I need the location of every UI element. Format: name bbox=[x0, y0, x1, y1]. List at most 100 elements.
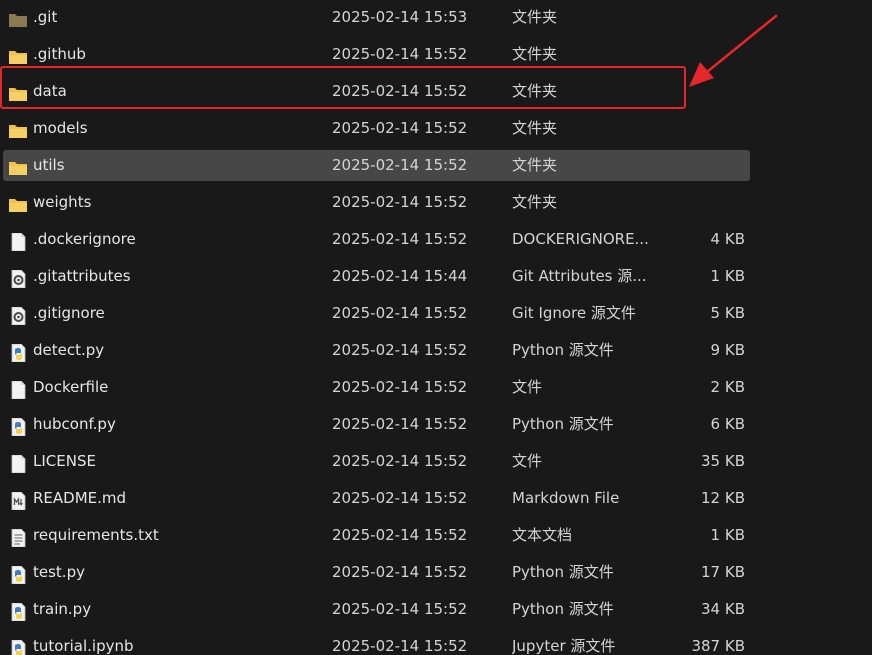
file-row-readme-md[interactable]: README.md 2025-02-14 15:52 Markdown File… bbox=[3, 483, 750, 514]
file-type: Python 源文件 bbox=[512, 600, 614, 618]
file-size: 12 KB bbox=[701, 489, 745, 507]
file-size: 1 KB bbox=[710, 267, 745, 285]
markdown-file-icon bbox=[8, 490, 28, 511]
file-size: 1 KB bbox=[710, 526, 745, 544]
file-name: LICENSE bbox=[33, 452, 96, 470]
file-name: utils bbox=[33, 156, 65, 174]
gear-file-icon bbox=[8, 305, 28, 326]
file-type: 文件夹 bbox=[512, 45, 558, 63]
folder-icon bbox=[8, 9, 28, 27]
file-row-weights[interactable]: weights 2025-02-14 15:52 文件夹 bbox=[3, 187, 750, 218]
file-name: .gitignore bbox=[33, 304, 105, 322]
file-type: 文件夹 bbox=[512, 82, 558, 100]
file-row-git[interactable]: .git 2025-02-14 15:53 文件夹 bbox=[3, 2, 750, 33]
file-type: 文件夹 bbox=[512, 193, 558, 211]
file-date: 2025-02-14 15:52 bbox=[332, 45, 468, 63]
file-name: tutorial.ipynb bbox=[33, 637, 134, 655]
file-date: 2025-02-14 15:52 bbox=[332, 193, 468, 211]
file-row-dockerfile[interactable]: Dockerfile 2025-02-14 15:52 文件 2 KB bbox=[3, 372, 750, 403]
file-name: train.py bbox=[33, 600, 92, 618]
python-file-icon bbox=[8, 416, 28, 437]
file-date: 2025-02-14 15:52 bbox=[332, 489, 468, 507]
folder-icon bbox=[8, 120, 28, 138]
file-type: 文件夹 bbox=[512, 156, 558, 174]
file-size: 6 KB bbox=[710, 415, 745, 433]
file-row-hubconf-py[interactable]: hubconf.py 2025-02-14 15:52 Python 源文件 6… bbox=[3, 409, 750, 440]
file-size: 5 KB bbox=[710, 304, 745, 322]
file-type: 文件 bbox=[512, 452, 543, 470]
file-date: 2025-02-14 15:53 bbox=[332, 8, 468, 26]
file-row-test-py[interactable]: test.py 2025-02-14 15:52 Python 源文件 17 K… bbox=[3, 557, 750, 588]
file-icon bbox=[8, 379, 28, 400]
file-name: .git bbox=[33, 8, 58, 26]
file-row-tutorial-ipynb[interactable]: tutorial.ipynb 2025-02-14 15:52 Jupyter … bbox=[3, 631, 750, 655]
file-row-gitignore[interactable]: .gitignore 2025-02-14 15:52 Git Ignore 源… bbox=[3, 298, 750, 329]
file-size: 387 KB bbox=[691, 637, 745, 655]
file-type: 文件夹 bbox=[512, 119, 558, 137]
file-date: 2025-02-14 15:52 bbox=[332, 526, 468, 544]
python-file-icon bbox=[8, 564, 28, 585]
file-row-requirements-txt[interactable]: requirements.txt 2025-02-14 15:52 文本文档 1… bbox=[3, 520, 750, 551]
folder-icon bbox=[8, 194, 28, 212]
file-name: .github bbox=[33, 45, 86, 63]
file-date: 2025-02-14 15:52 bbox=[332, 230, 468, 248]
gear-file-icon bbox=[8, 268, 28, 289]
file-date: 2025-02-14 15:52 bbox=[332, 156, 468, 174]
file-type: Python 源文件 bbox=[512, 415, 614, 433]
file-date: 2025-02-14 15:52 bbox=[332, 415, 468, 433]
file-row-models[interactable]: models 2025-02-14 15:52 文件夹 bbox=[3, 113, 750, 144]
file-icon bbox=[8, 231, 28, 252]
file-size: 17 KB bbox=[701, 563, 745, 581]
file-date: 2025-02-14 15:52 bbox=[332, 637, 468, 655]
file-size: 4 KB bbox=[710, 230, 745, 248]
file-row-detect-py[interactable]: detect.py 2025-02-14 15:52 Python 源文件 9 … bbox=[3, 335, 750, 366]
file-row-train-py[interactable]: train.py 2025-02-14 15:52 Python 源文件 34 … bbox=[3, 594, 750, 625]
file-date: 2025-02-14 15:52 bbox=[332, 119, 468, 137]
file-date: 2025-02-14 15:52 bbox=[332, 82, 468, 100]
file-name: hubconf.py bbox=[33, 415, 116, 433]
file-row-data[interactable]: data 2025-02-14 15:52 文件夹 bbox=[3, 76, 750, 107]
file-type: Python 源文件 bbox=[512, 563, 614, 581]
file-row-utils[interactable]: utils 2025-02-14 15:52 文件夹 bbox=[3, 150, 750, 181]
file-name: .dockerignore bbox=[33, 230, 136, 248]
file-size: 2 KB bbox=[710, 378, 745, 396]
text-file-icon bbox=[8, 527, 28, 548]
file-name: detect.py bbox=[33, 341, 105, 359]
file-type: Markdown File bbox=[512, 489, 620, 507]
file-name: .gitattributes bbox=[33, 267, 131, 285]
file-name: README.md bbox=[33, 489, 127, 507]
folder-icon bbox=[8, 157, 28, 175]
python-file-icon bbox=[8, 638, 28, 655]
file-date: 2025-02-14 15:52 bbox=[332, 304, 468, 322]
file-row-dockerignore[interactable]: .dockerignore 2025-02-14 15:52 DOCKERIGN… bbox=[3, 224, 750, 255]
file-date: 2025-02-14 15:52 bbox=[332, 452, 468, 470]
file-row-gitattributes[interactable]: .gitattributes 2025-02-14 15:44 Git Attr… bbox=[3, 261, 750, 292]
python-file-icon bbox=[8, 342, 28, 363]
file-type: Git Attributes 源... bbox=[512, 267, 647, 285]
file-list: .git 2025-02-14 15:53 文件夹 .github 2025-0… bbox=[0, 0, 872, 655]
file-size: 34 KB bbox=[701, 600, 745, 618]
file-type: Python 源文件 bbox=[512, 341, 614, 359]
folder-icon bbox=[8, 46, 28, 64]
file-name: weights bbox=[33, 193, 92, 211]
file-icon bbox=[8, 453, 28, 474]
file-type: 文件 bbox=[512, 378, 543, 396]
python-file-icon bbox=[8, 601, 28, 622]
file-type: Git Ignore 源文件 bbox=[512, 304, 636, 322]
file-name: models bbox=[33, 119, 88, 137]
file-name: data bbox=[33, 82, 67, 100]
file-row-github[interactable]: .github 2025-02-14 15:52 文件夹 bbox=[3, 39, 750, 70]
file-row-license[interactable]: LICENSE 2025-02-14 15:52 文件 35 KB bbox=[3, 446, 750, 477]
file-date: 2025-02-14 15:52 bbox=[332, 378, 468, 396]
file-size: 9 KB bbox=[710, 341, 745, 359]
file-name: Dockerfile bbox=[33, 378, 109, 396]
file-date: 2025-02-14 15:52 bbox=[332, 563, 468, 581]
folder-icon bbox=[8, 83, 28, 101]
file-type: Jupyter 源文件 bbox=[512, 637, 616, 655]
file-name: requirements.txt bbox=[33, 526, 159, 544]
file-type: 文件夹 bbox=[512, 8, 558, 26]
file-type: 文本文档 bbox=[512, 526, 573, 544]
file-size: 35 KB bbox=[701, 452, 745, 470]
file-date: 2025-02-14 15:44 bbox=[332, 267, 468, 285]
file-name: test.py bbox=[33, 563, 85, 581]
